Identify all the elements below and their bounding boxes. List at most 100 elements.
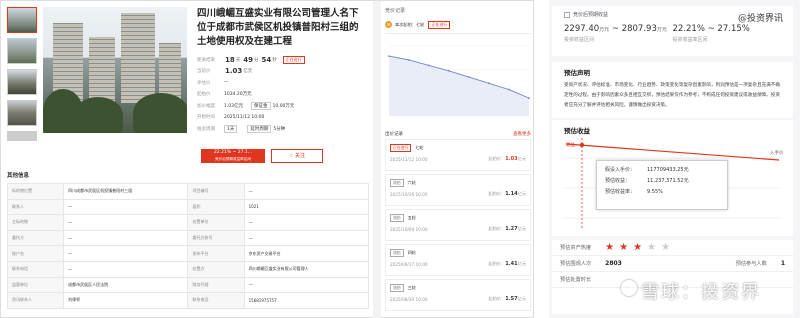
table-key: 财务代理: [187, 276, 245, 294]
views-row: 预估围观人次 2803 预估参与人数 1: [552, 256, 793, 272]
bid-status: ⚒ 本次起拍：七轮 正在进行: [385, 16, 531, 34]
record-amount: 1.57: [505, 296, 518, 302]
trend-point: [468, 76, 470, 79]
record-unit: 亿元: [517, 191, 526, 196]
trend-point: [388, 55, 390, 58]
expected-return-label: 竞价后预期收益: [573, 12, 609, 18]
table-value: —: [243, 229, 370, 247]
follow-button[interactable]: ☆ 关注: [271, 149, 323, 163]
table-value: 京东资产交易平台: [243, 245, 370, 262]
range-max-unit: 万元: [656, 27, 667, 33]
return-rate: 22.21% ~ 27.15% 投资收益率区间: [673, 24, 782, 43]
record-label: 起拍价：: [488, 156, 506, 161]
table-key: 标的物位置: [6, 183, 65, 200]
building-shape: [121, 13, 155, 103]
main-photo: [43, 7, 187, 133]
scrollbar[interactable]: [373, 1, 381, 318]
table-value: —: [243, 183, 370, 200]
record-round: 四轮: [407, 250, 416, 255]
list-item[interactable]: 流拍 五轮 2025/10/09 10:00 起拍价：1.27亿元: [385, 209, 531, 241]
return-chart-card: 预估收益 收益 入手价 假设入手价： 117709433.25元 预估收益： 11,…: [552, 120, 793, 236]
bid-panel: 竞价记录 ⚒ 本次起拍：七轮 正在进行 出价记录 查看更多 正在进行 七轮 2025…: [385, 7, 531, 315]
table-row: 资讯联系人 刘律师 联系电话 15681975757: [6, 292, 370, 309]
record-label: 起拍价：: [488, 296, 506, 301]
list-item[interactable]: 流拍 六轮 2025/10/26 10:00 起拍价：1.14亿元: [385, 174, 531, 206]
table-value: 刘律师: [63, 292, 189, 309]
cycle-label: 拍卖周期: [197, 126, 215, 132]
delay-label: 延时周期: [247, 124, 272, 133]
checkbox-icon: [564, 11, 570, 18]
list-item[interactable]: 正在进行 七轮 2025/11/12 10:00 起拍价：1.03亿元: [385, 139, 531, 171]
disclaimer-title: 预估声明: [564, 69, 590, 77]
trend-area: [389, 56, 529, 116]
table-row: 账户名 — 发布平台 京东资产交易平台: [6, 245, 370, 262]
list-item[interactable]: 流拍 三轮 2025/08/30 10:00 起拍价：1.57亿元: [385, 279, 531, 311]
countdown-minutes: 49: [243, 55, 253, 64]
page-title: 四川峨嵋互盛实业有限公司管理人名下位于成都市武侯区机投镇普阳村三组的土地使用权及…: [197, 8, 359, 47]
records-more-link[interactable]: 查看更多: [513, 131, 531, 137]
return-chart-title: 预估收益: [564, 127, 590, 135]
star-empty-icon: ★: [661, 242, 670, 253]
auction-info: 四川峨嵋互盛实业有限公司管理人名下位于成都市武侯区机投镇普阳村三组的土地使用权及…: [197, 7, 367, 135]
bidders-label: 预估参与人数: [735, 261, 767, 267]
record-tag: 正在进行: [390, 144, 412, 152]
thumbnail-5[interactable]: [7, 131, 37, 141]
countdown-seconds-unit: 秒: [272, 57, 277, 63]
watermark-bottom: 雪球：投资界: [641, 282, 761, 303]
thumbnail-2[interactable]: [7, 38, 37, 64]
eval-price-label: 评估价: [197, 80, 211, 86]
tooltip-key: 预估收益：: [605, 178, 631, 184]
table-value: —: [63, 245, 189, 262]
current-price: 1.03: [225, 67, 243, 76]
list-item[interactable]: 流拍 四轮 2025/09/17 10:00 起拍价：1.41亿元: [385, 244, 531, 276]
record-unit: 亿元: [517, 296, 526, 301]
disclaimer-card: 预估声明 受资产状况、评估标准、市场变化、行业趋势、政策变化等复杂因素影响，利润…: [552, 62, 793, 118]
price-trend-svg: [388, 45, 530, 117]
table-key: 处置单位: [187, 214, 245, 231]
countdown-minutes-unit: 分: [254, 57, 259, 63]
thumbnail-1[interactable]: [7, 7, 37, 33]
delay-value: 5分钟: [273, 126, 286, 132]
range-sep: ~: [611, 24, 619, 34]
trend-point: [428, 64, 430, 67]
trend-point: [488, 82, 490, 85]
record-date: 2025/09/17 10:00: [390, 261, 428, 267]
table-value: —: [243, 214, 370, 231]
table-key: 主标的物: [6, 214, 65, 231]
table-key: 联系电话: [6, 260, 65, 278]
start-price-row: 起拍价 1034.20万元: [197, 89, 367, 101]
chart-label-right: 入手价: [770, 151, 784, 156]
return-rate-label: 投资收益率区间: [672, 37, 708, 43]
table-value: 1021: [243, 198, 370, 216]
star-icon: ★: [605, 242, 615, 253]
table-key: 委托方账号: [187, 229, 245, 247]
bidders-value: 1: [780, 260, 785, 267]
countdown-row: 距离结束 18 天 49 分 54 秒 正在进行: [197, 54, 367, 66]
record-date: 2025/08/30 10:00: [390, 296, 428, 302]
cycle-row: 拍卖周期 1天 延时周期 5分钟: [197, 123, 367, 135]
thumbnail-3[interactable]: [7, 69, 37, 95]
record-date: 2025/11/12 10:00: [390, 156, 428, 162]
table-row: 委托方 — 委托方账号 —: [6, 229, 370, 247]
expected-return-button[interactable]: 22.21% ~ 27.1... 竞价后预期收益率区间: [201, 149, 265, 163]
return-rate-value: 22.21% ~ 27.15%: [672, 24, 750, 34]
table-key: 联系电话: [187, 292, 245, 309]
record-amount: 1.27: [505, 226, 518, 232]
table-key: 账户名: [6, 245, 65, 262]
deposit-value: 10.00万元: [272, 103, 295, 109]
records-title: 出价记录: [385, 131, 403, 137]
table-key: 处置方: [187, 260, 245, 278]
expected-return-caption: 竞价后预期收益率区间: [215, 157, 251, 161]
snowball-logo-icon: [621, 280, 637, 296]
thumbnail-4[interactable]: [7, 100, 37, 126]
table-value: —: [63, 229, 189, 247]
star-icon: ★: [633, 242, 643, 253]
building-shape: [89, 37, 115, 103]
table-value: —: [63, 214, 189, 231]
countdown-days-unit: 天: [235, 57, 241, 63]
record-amount: 1.03: [505, 156, 518, 162]
deposit-label: 保证金: [251, 101, 271, 110]
record-label: 起拍价：: [488, 191, 506, 196]
chart-tooltip: 假设入手价： 117709433.25元 预估收益： 11,237,371.52元 …: [596, 160, 728, 210]
range-min: 2297.40: [564, 24, 600, 34]
